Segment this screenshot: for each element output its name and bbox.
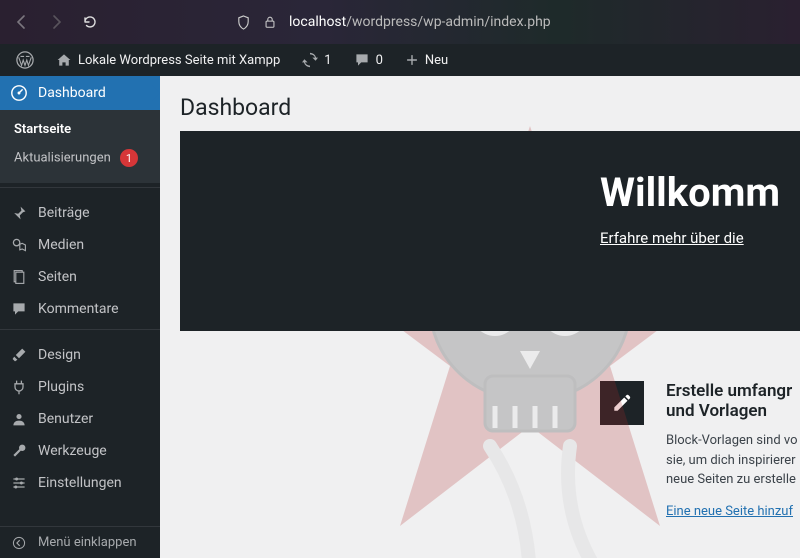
comment-icon bbox=[10, 301, 28, 317]
sidebar-item-label: Design bbox=[38, 347, 81, 363]
sidebar-item-settings[interactable]: Einstellungen bbox=[0, 467, 160, 499]
card-description: Block-Vorlagen sind vosie, um dich inspi… bbox=[666, 431, 798, 490]
updates-count: 1 bbox=[324, 53, 331, 68]
edit-icon bbox=[600, 381, 644, 425]
sidebar-item-plugins[interactable]: Plugins bbox=[0, 371, 160, 403]
sidebar-item-label: Kommentare bbox=[38, 301, 119, 317]
menu-separator bbox=[0, 187, 160, 193]
brush-icon bbox=[10, 347, 28, 363]
page-title: Dashboard bbox=[160, 76, 800, 131]
sidebar-item-tools[interactable]: Werkzeuge bbox=[0, 435, 160, 467]
sidebar-item-label: Dashboard bbox=[38, 85, 106, 101]
comment-icon bbox=[354, 52, 370, 68]
main-content: Dashboard Willkomm Erfahre mehr über die… bbox=[160, 76, 800, 558]
submenu-home[interactable]: Startseite bbox=[0, 116, 160, 143]
url-path: /wordpress/wp-admin/index.php bbox=[346, 14, 550, 30]
welcome-learn-more-link[interactable]: Erfahre mehr über die bbox=[600, 229, 744, 247]
sidebar-item-posts[interactable]: Beiträge bbox=[0, 197, 160, 229]
updates-badge: 1 bbox=[120, 149, 138, 167]
sidebar-item-media[interactable]: Medien bbox=[0, 229, 160, 261]
sidebar-item-label: Benutzer bbox=[38, 411, 93, 427]
submenu-updates[interactable]: Aktualisierungen 1 bbox=[0, 143, 160, 173]
shield-icon bbox=[236, 15, 251, 30]
page-icon bbox=[10, 269, 28, 285]
home-icon bbox=[56, 52, 72, 68]
wrench-icon bbox=[10, 443, 28, 459]
pin-icon bbox=[10, 205, 28, 221]
wp-admin-bar: Lokale Wordpress Seite mit Xampp 1 0 Neu bbox=[0, 44, 800, 76]
user-icon bbox=[10, 411, 28, 427]
browser-toolbar: localhost/wordpress/wp-admin/index.php bbox=[0, 0, 800, 44]
dashboard-submenu: Startseite Aktualisierungen 1 bbox=[0, 110, 160, 183]
new-label: Neu bbox=[425, 53, 448, 68]
url-text: localhost/wordpress/wp-admin/index.php bbox=[289, 14, 551, 30]
collapse-icon bbox=[10, 536, 28, 550]
sidebar-item-label: Beiträge bbox=[38, 205, 90, 221]
updates-menu[interactable]: 1 bbox=[294, 44, 339, 76]
collapse-label: Menü einklappen bbox=[38, 535, 137, 550]
dashboard-icon bbox=[10, 84, 28, 102]
welcome-title: Willkomm bbox=[600, 171, 800, 215]
sidebar-item-label: Medien bbox=[38, 237, 84, 253]
sidebar-item-label: Seiten bbox=[38, 269, 77, 285]
address-bar[interactable]: localhost/wordpress/wp-admin/index.php bbox=[236, 14, 551, 30]
forward-button[interactable] bbox=[48, 14, 64, 30]
comments-menu[interactable]: 0 bbox=[346, 44, 391, 76]
back-button[interactable] bbox=[14, 14, 30, 30]
sidebar-item-comments[interactable]: Kommentare bbox=[0, 293, 160, 325]
sidebar-item-pages[interactable]: Seiten bbox=[0, 261, 160, 293]
sliders-icon bbox=[10, 475, 28, 491]
wordpress-logo-icon bbox=[16, 51, 34, 69]
reload-button[interactable] bbox=[82, 14, 98, 30]
site-title: Lokale Wordpress Seite mit Xampp bbox=[78, 53, 280, 68]
plugin-icon bbox=[10, 379, 28, 395]
sidebar-item-users[interactable]: Benutzer bbox=[0, 403, 160, 435]
sidebar-item-label: Werkzeuge bbox=[38, 443, 107, 459]
wp-logo-menu[interactable] bbox=[8, 44, 42, 76]
sidebar-item-label: Plugins bbox=[38, 379, 84, 395]
site-name-menu[interactable]: Lokale Wordpress Seite mit Xampp bbox=[48, 44, 288, 76]
card-body: Erstelle umfangr und Vorlagen Block-Vorl… bbox=[666, 381, 798, 519]
sidebar-item-dashboard[interactable]: Dashboard bbox=[0, 76, 160, 110]
admin-sidebar: Dashboard Startseite Aktualisierungen 1 … bbox=[0, 76, 160, 558]
update-icon bbox=[302, 52, 318, 68]
media-icon bbox=[10, 237, 28, 253]
sidebar-item-appearance[interactable]: Design bbox=[0, 339, 160, 371]
new-content-menu[interactable]: Neu bbox=[397, 44, 456, 76]
welcome-panel: Willkomm Erfahre mehr über die bbox=[180, 131, 800, 331]
lock-icon bbox=[263, 15, 277, 29]
url-host: localhost bbox=[289, 14, 346, 30]
sidebar-item-label: Einstellungen bbox=[38, 475, 122, 491]
menu-separator bbox=[0, 329, 160, 335]
comments-count: 0 bbox=[376, 53, 383, 68]
plus-icon bbox=[405, 53, 419, 67]
card-title: Erstelle umfangr und Vorlagen bbox=[666, 381, 798, 421]
collapse-menu[interactable]: Menü einklappen bbox=[0, 526, 160, 558]
welcome-card: Erstelle umfangr und Vorlagen Block-Vorl… bbox=[180, 351, 800, 519]
card-new-page-link[interactable]: Eine neue Seite hinzuf bbox=[666, 504, 793, 519]
